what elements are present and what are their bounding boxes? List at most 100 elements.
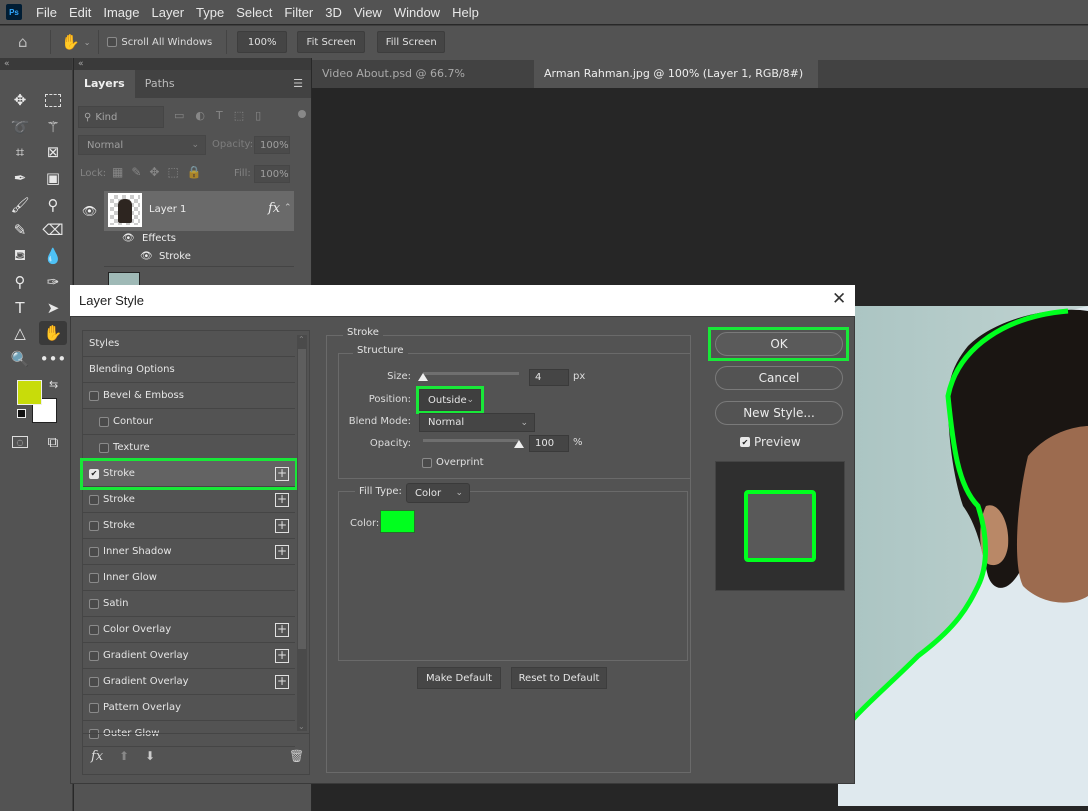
style-item-color-overlay[interactable]: Color Overlay +	[83, 617, 295, 643]
add-effect-plus-icon[interactable]: +	[275, 674, 289, 689]
style-checkbox[interactable]	[99, 442, 109, 453]
style-checkbox[interactable]	[89, 676, 99, 687]
filter-adjustment-icon[interactable]: ◐	[195, 109, 216, 122]
style-item-satin[interactable]: Satin	[83, 591, 295, 617]
filter-type-icon[interactable]: T	[216, 109, 234, 122]
cancel-button[interactable]: Cancel	[715, 366, 843, 390]
style-checkbox[interactable]	[89, 390, 99, 401]
frame-tool-icon[interactable]: ⊠	[39, 140, 67, 164]
doc-tab-arman-rahman[interactable]: Arman Rahman.jpg @ 100% (Layer 1, RGB/8#…	[534, 60, 818, 108]
stroke-effect-label[interactable]: Stroke	[159, 251, 191, 262]
preview-option[interactable]: ✔ Preview	[740, 435, 801, 449]
styles-scrollbar[interactable]: ⌃ ⌄	[297, 335, 307, 731]
collapse-toolbar-button[interactable]: «	[0, 58, 72, 70]
filter-smart-object-icon[interactable]: ▯	[255, 109, 272, 122]
filter-toggle[interactable]	[298, 110, 306, 118]
style-item-stroke[interactable]: Stroke +	[83, 513, 295, 539]
lock-all-icon[interactable]: 🔒	[187, 165, 210, 179]
menu-layer[interactable]: Layer	[146, 5, 191, 20]
opacity-slider-thumb[interactable]	[514, 440, 524, 448]
type-tool-icon[interactable]: T	[6, 296, 34, 320]
path-selection-tool-icon[interactable]: ➤	[39, 296, 67, 320]
swap-colors-icon[interactable]: ⇆	[49, 378, 58, 391]
paint-bucket-tool-icon[interactable]: ⛾	[6, 244, 34, 268]
menu-image[interactable]: Image	[97, 5, 145, 20]
overprint-checkbox[interactable]	[422, 457, 432, 468]
layer-visibility-eye-icon[interactable]: 👁	[82, 204, 97, 218]
stroke-effect-eye-icon[interactable]: 👁	[140, 251, 153, 262]
menu-window[interactable]: Window	[388, 5, 446, 20]
move-up-icon[interactable]: ⬆	[119, 749, 129, 763]
lock-position-icon[interactable]: ✥	[149, 165, 167, 179]
stamp-tool-icon[interactable]: ⚲	[39, 193, 67, 217]
hand-tool-icon[interactable]: ✋	[61, 33, 80, 51]
layer-row[interactable]: Layer 1 fx ⌃	[104, 191, 294, 231]
fill-type-select[interactable]: Color ⌄	[406, 483, 470, 503]
stroke-color-swatch[interactable]	[380, 510, 415, 533]
more-tools-icon[interactable]: •••	[39, 347, 67, 371]
style-item-outer-glow[interactable]: Outer Glow	[83, 721, 295, 747]
menu-3d[interactable]: 3D	[319, 5, 348, 20]
blend-mode-select[interactable]: Normal ⌄	[419, 413, 535, 432]
marquee-tool-icon[interactable]	[39, 88, 67, 112]
style-item-stroke[interactable]: ✔ Stroke +	[80, 458, 298, 490]
style-checkbox[interactable]	[89, 572, 99, 583]
add-effect-plus-icon[interactable]: +	[275, 648, 289, 663]
fill-screen-button[interactable]: Fill Screen	[377, 31, 446, 53]
doc-tab-video-about[interactable]: Video About.psd @ 66.7% (RGB/8#)×	[312, 60, 534, 108]
filter-pixel-icon[interactable]: ▭	[174, 109, 195, 122]
menu-file[interactable]: File	[30, 5, 63, 20]
eraser-tool-icon[interactable]: ⌫	[39, 218, 67, 242]
layer-name[interactable]: Layer 1	[149, 204, 186, 215]
move-down-icon[interactable]: ⬇	[145, 749, 155, 763]
tab-paths[interactable]: Paths	[135, 70, 185, 98]
size-slider[interactable]	[418, 372, 519, 381]
lock-artboard-icon[interactable]: ⬚	[167, 165, 186, 179]
add-effect-plus-icon[interactable]: +	[275, 466, 289, 481]
trash-icon[interactable]: 🗑	[289, 749, 304, 763]
style-item-bevel-emboss[interactable]: Bevel & Emboss	[83, 383, 295, 409]
style-item-inner-shadow[interactable]: Inner Shadow +	[83, 539, 295, 565]
dodge-tool-icon[interactable]: ⚲	[6, 270, 34, 294]
menu-edit[interactable]: Edit	[63, 5, 97, 20]
lasso-tool-icon[interactable]: ➰	[6, 115, 34, 139]
layer-opacity-field[interactable]: 100%	[254, 136, 290, 154]
make-default-button[interactable]: Make Default	[417, 667, 501, 689]
move-tool-icon[interactable]: ✥	[6, 88, 34, 112]
fx-icon[interactable]: fx	[268, 201, 280, 216]
collapse-effects-icon[interactable]: ⌃	[284, 203, 292, 213]
fx-menu-icon[interactable]: fx	[91, 749, 103, 764]
menu-select[interactable]: Select	[230, 5, 278, 20]
add-effect-plus-icon[interactable]: +	[275, 518, 289, 533]
chevron-down-icon[interactable]: ⌄	[84, 38, 91, 47]
style-checkbox[interactable]	[99, 416, 109, 427]
style-checkbox[interactable]	[89, 650, 99, 661]
size-slider-thumb[interactable]	[418, 373, 428, 381]
style-item-blending-options[interactable]: Blending Options	[83, 357, 295, 383]
style-checkbox[interactable]: ✔	[89, 468, 99, 479]
eyedropper-tool-icon[interactable]: ✒	[6, 166, 34, 190]
lock-pixels-icon[interactable]: ✎	[131, 165, 149, 179]
effects-visibility-eye-icon[interactable]: 👁	[122, 233, 135, 244]
ok-button[interactable]: OK	[715, 332, 843, 356]
style-item-pattern-overlay[interactable]: Pattern Overlay	[83, 695, 295, 721]
shape-tool-icon[interactable]: △	[6, 321, 34, 345]
reset-to-default-button[interactable]: Reset to Default	[511, 667, 607, 689]
size-input[interactable]: 4	[529, 369, 569, 386]
style-item-texture[interactable]: Texture	[83, 435, 295, 461]
default-colors-icon[interactable]	[17, 409, 26, 418]
style-item-gradient-overlay[interactable]: Gradient Overlay +	[83, 669, 295, 695]
style-item-styles[interactable]: Styles	[83, 331, 295, 357]
foreground-color-swatch[interactable]	[17, 380, 42, 405]
style-checkbox[interactable]	[89, 598, 99, 609]
zoom-tool-icon[interactable]: 🔍	[6, 347, 34, 371]
layer-blend-mode-select[interactable]: Normal ⌄	[78, 135, 206, 155]
tab-layers[interactable]: Layers	[74, 70, 135, 98]
style-checkbox[interactable]	[89, 702, 99, 713]
fit-screen-button[interactable]: Fit Screen	[297, 31, 366, 53]
collapse-panel-button[interactable]: «	[74, 58, 311, 70]
zoom-level-field[interactable]: 100%	[237, 31, 288, 53]
opacity-slider[interactable]	[423, 439, 524, 448]
panel-menu-icon[interactable]: ☰	[293, 70, 311, 98]
add-effect-plus-icon[interactable]: +	[275, 622, 289, 637]
